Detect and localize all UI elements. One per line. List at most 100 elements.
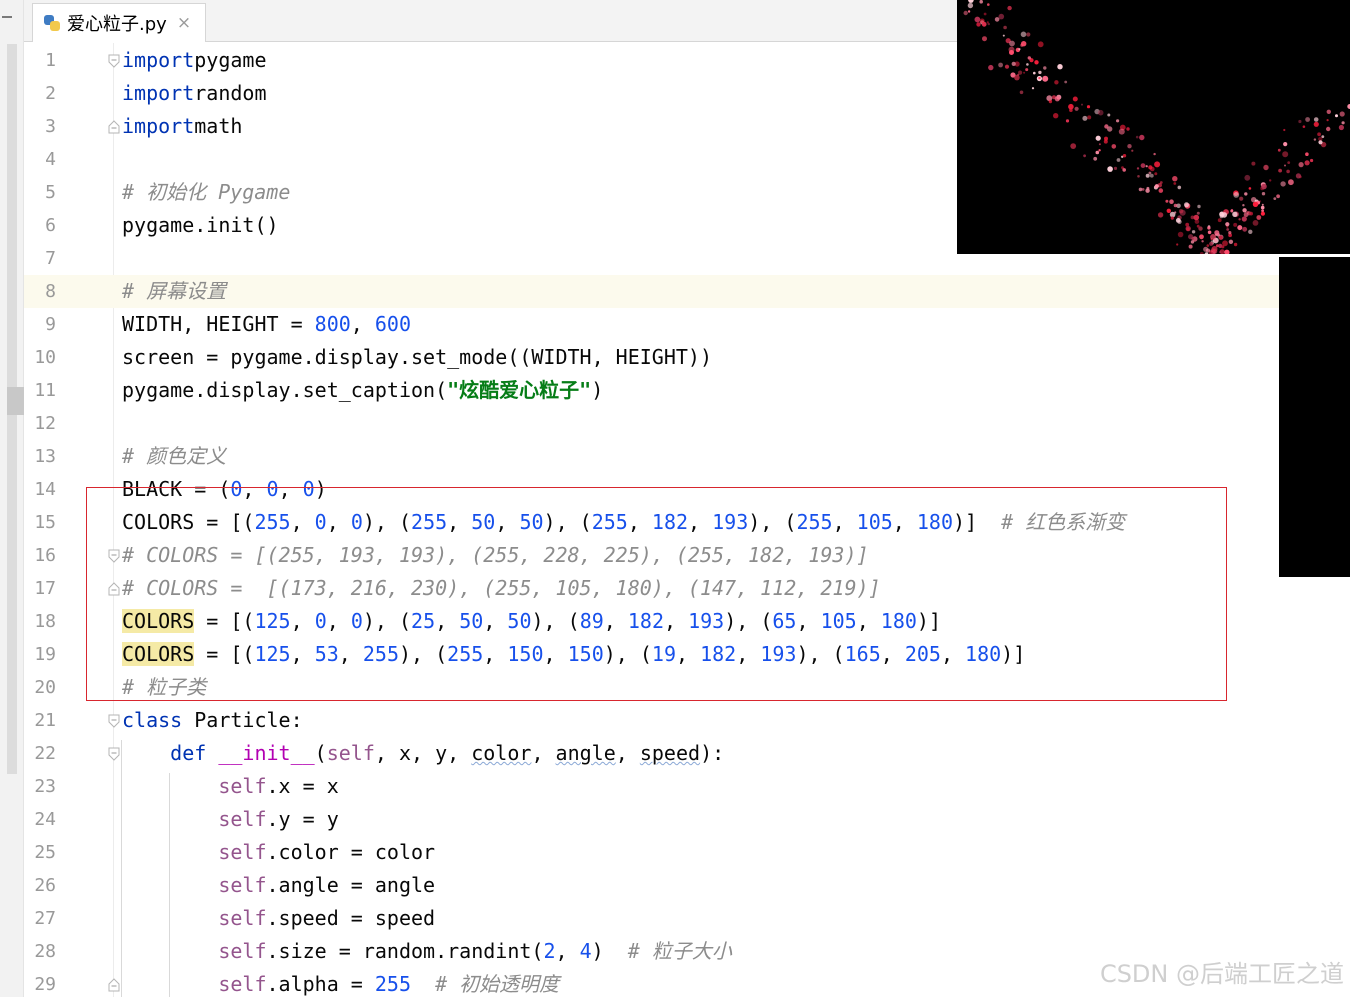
- particle-dot: [1154, 172, 1158, 176]
- code-token: (: [314, 741, 327, 765]
- fold-open-icon[interactable]: [108, 747, 120, 761]
- particle-dot: [1252, 220, 1259, 226]
- particle-dot: [1248, 229, 1253, 234]
- particle-dot: [1261, 203, 1264, 206]
- particle-dot: [998, 13, 1005, 20]
- particle-dot: [1282, 151, 1289, 158]
- particle-dot: [1082, 115, 1088, 121]
- particle-dot: [1206, 244, 1210, 247]
- code-line[interactable]: 27 self.speed = speed: [24, 902, 1350, 935]
- code-line[interactable]: 25 self.color = color: [24, 836, 1350, 869]
- code-token: random: [194, 81, 267, 105]
- particle-dot: [1074, 106, 1079, 111]
- particle-dot: [1277, 148, 1281, 152]
- particle-dot: [1146, 186, 1150, 190]
- left-tool-strip: [0, 0, 29, 997]
- code-line[interactable]: 22 def __init__(self, x, y, color, angle…: [24, 737, 1350, 770]
- code-token: pygame: [194, 48, 267, 72]
- line-number: 20: [34, 677, 56, 698]
- particle-dot: [1232, 211, 1238, 217]
- particle-dot: [1269, 179, 1272, 182]
- code-token: 600: [374, 312, 411, 336]
- particle-dot: [1302, 125, 1306, 128]
- particle-dot: [1126, 127, 1130, 131]
- particle-dot: [1159, 181, 1163, 184]
- code-token: .x = x: [266, 774, 339, 798]
- line-number: 22: [34, 743, 56, 764]
- vertical-scrollbar[interactable]: [7, 44, 29, 774]
- close-tab-icon[interactable]: ×: [177, 13, 191, 33]
- particle-dot: [1261, 183, 1267, 190]
- code-line[interactable]: 23 self.x = x: [24, 770, 1350, 803]
- particle-dot: [1057, 63, 1063, 70]
- fold-end-icon[interactable]: [108, 978, 120, 992]
- code-line[interactable]: 13 # 颜色定义: [24, 440, 1350, 473]
- code-line[interactable]: 10 screen = pygame.display.set_mode((WIDT…: [24, 341, 1350, 374]
- particle-dot: [979, 0, 983, 4]
- code-token: WIDTH, HEIGHT =: [122, 312, 315, 336]
- particle-dot: [1214, 230, 1220, 236]
- fold-open-icon[interactable]: [108, 54, 120, 68]
- particle-dot: [1217, 218, 1222, 223]
- line-number: 7: [45, 248, 56, 269]
- particle-dot: [1263, 164, 1269, 171]
- particle-dot: [1295, 173, 1301, 179]
- particle-dot: [1053, 113, 1059, 119]
- particle-dot: [1261, 192, 1266, 196]
- line-number: 11: [34, 380, 56, 401]
- particle-dot: [1335, 114, 1338, 118]
- particle-dot: [1018, 48, 1021, 51]
- particle-dot: [986, 21, 989, 24]
- particle-dot: [1095, 150, 1100, 155]
- particle-dot: [1145, 165, 1148, 168]
- line-number: 2: [45, 83, 56, 104]
- code-token: .alpha =: [266, 972, 375, 996]
- code-token: ,: [531, 741, 556, 765]
- particle-dot: [1201, 240, 1204, 243]
- code-line[interactable]: 8 # 屏幕设置: [24, 275, 1350, 308]
- particle-dot: [1027, 56, 1031, 60]
- code-line[interactable]: 21 class Particle:: [24, 704, 1350, 737]
- particle-dot: [1176, 243, 1179, 246]
- particle-dot: [1034, 60, 1039, 65]
- particle-dot: [1211, 246, 1218, 252]
- particle-dot: [1233, 192, 1240, 198]
- line-number: 8: [45, 281, 56, 302]
- code-line[interactable]: 12: [24, 407, 1350, 440]
- particle-dot: [963, 10, 968, 16]
- particle-dot: [1221, 245, 1225, 249]
- particle-dot: [1159, 189, 1162, 192]
- code-line[interactable]: 9 WIDTH, HEIGHT = 800, 600: [24, 308, 1350, 341]
- particle-dot: [1339, 111, 1345, 117]
- editor-tab[interactable]: 爱心粒子.py ×: [32, 3, 207, 42]
- particle-dot: [1031, 87, 1035, 90]
- code-line[interactable]: 11 pygame.display.set_caption("炫酷爱心粒子"): [24, 374, 1350, 407]
- code-line[interactable]: 24 self.y = y: [24, 803, 1350, 836]
- line-number: 12: [34, 413, 56, 434]
- particle-dot: [1157, 212, 1164, 218]
- code-comment: # 颜色定义: [122, 444, 227, 468]
- particle-dot: [1317, 132, 1321, 137]
- fold-open-icon[interactable]: [108, 714, 120, 728]
- particle-dot: [1298, 119, 1302, 124]
- code-token: angle: [555, 741, 616, 765]
- particle-dot: [1153, 152, 1156, 156]
- tab-filename: 爱心粒子.py: [67, 14, 167, 35]
- fold-end-icon[interactable]: [108, 120, 120, 134]
- watermark: CSDN @后端工匠之道: [1099, 960, 1344, 988]
- code-token: "炫酷爱心粒子": [447, 378, 592, 402]
- particle-dot: [1166, 208, 1171, 213]
- particle-dot: [1107, 166, 1113, 172]
- code-text: # 颜色定义: [122, 440, 226, 473]
- particle-dot: [1313, 121, 1319, 127]
- particle-dot: [1313, 138, 1317, 141]
- particle-dot: [1086, 105, 1091, 109]
- collapse-icon[interactable]: [2, 16, 12, 18]
- code-line[interactable]: 26 self.angle = angle: [24, 869, 1350, 902]
- highlight-box: [86, 487, 1227, 701]
- particle-dot: [1218, 235, 1223, 240]
- line-number: 29: [34, 974, 56, 995]
